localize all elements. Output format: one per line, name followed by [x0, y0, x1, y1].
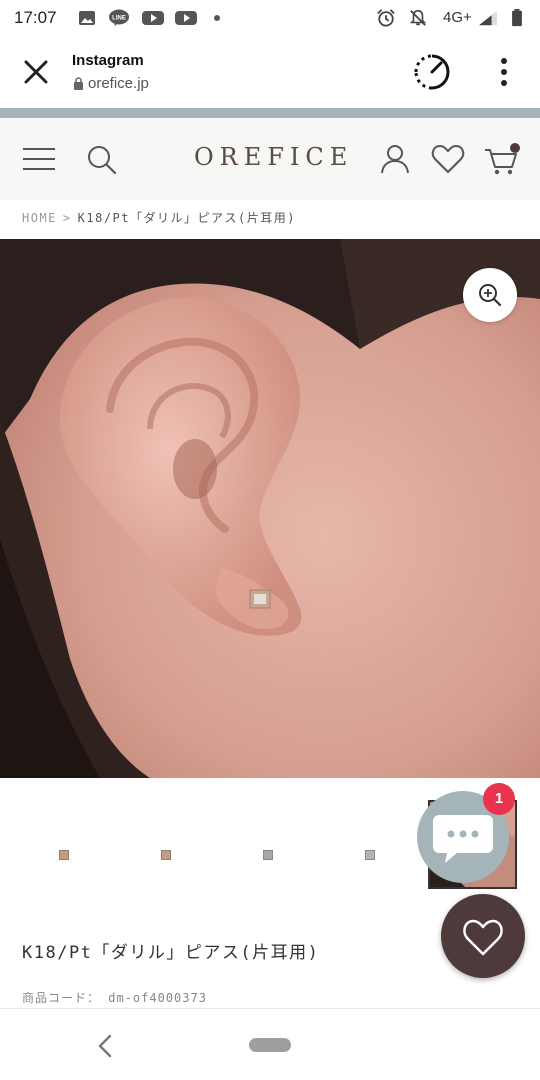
accent-strip	[0, 108, 540, 118]
product-title: K18/Pt「ダリル」ピアス(片耳用)	[22, 943, 320, 963]
cart-icon[interactable]	[484, 142, 522, 176]
youtube-icon	[175, 11, 197, 25]
page-speed-icon[interactable]	[412, 52, 452, 92]
breadcrumb-separator: >	[62, 211, 72, 225]
status-bar: 17:07 LINE 4G+	[0, 0, 540, 36]
lock-icon	[74, 77, 83, 90]
gallery-thumbnail[interactable]	[59, 850, 69, 860]
menu-icon[interactable]	[22, 147, 56, 171]
signal-icon	[479, 10, 497, 26]
product-code-label: 商品コード：	[22, 991, 101, 1005]
alarm-icon	[377, 9, 395, 27]
back-icon[interactable]	[96, 1033, 114, 1059]
gallery-thumbnail[interactable]	[263, 850, 273, 860]
heart-icon	[463, 919, 503, 956]
wishlist-icon[interactable]	[431, 144, 465, 174]
status-time: 17:07	[14, 8, 57, 27]
close-icon[interactable]	[18, 54, 54, 90]
more-options-icon[interactable]	[494, 56, 514, 88]
site-logo[interactable]: OREFICE	[194, 143, 353, 171]
breadcrumb: HOME > K18/Pt「ダリル」ピアス(片耳用)	[22, 209, 296, 226]
account-icon[interactable]	[380, 143, 410, 175]
ear-photo	[0, 239, 540, 778]
line-icon: LINE	[109, 9, 129, 26]
gallery-thumbnail[interactable]	[161, 850, 171, 860]
svg-text:LINE: LINE	[112, 16, 126, 22]
gallery-thumbnail[interactable]	[365, 850, 375, 860]
site-header: OREFICE	[0, 118, 540, 200]
tab-title: Instagram	[72, 52, 144, 69]
product-image[interactable]	[0, 239, 540, 778]
image-icon	[79, 11, 95, 25]
favorite-button[interactable]	[441, 894, 525, 978]
zoom-button[interactable]	[463, 268, 517, 322]
breadcrumb-home[interactable]: HOME	[22, 211, 57, 225]
zoom-in-icon	[479, 284, 502, 307]
tab-url: orefice.jp	[88, 75, 149, 92]
battery-icon	[512, 9, 522, 27]
product-code-value: dm-of4000373	[108, 991, 207, 1005]
cart-indicator-dot	[510, 143, 520, 153]
search-icon[interactable]	[86, 144, 118, 176]
network-type: 4G+	[443, 9, 472, 26]
youtube-icon	[142, 11, 164, 25]
chat-unread-badge: 1	[483, 783, 515, 815]
system-navigation-bar	[0, 1008, 540, 1080]
custom-tab-bar: Instagram orefice.jp	[0, 36, 540, 108]
breadcrumb-current: K18/Pt「ダリル」ピアス(片耳用)	[77, 211, 296, 225]
notifications-off-icon	[409, 9, 427, 26]
home-pill[interactable]	[249, 1038, 291, 1052]
more-notifications-icon	[214, 15, 220, 21]
product-code: 商品コード： dm-of4000373	[22, 989, 207, 1006]
